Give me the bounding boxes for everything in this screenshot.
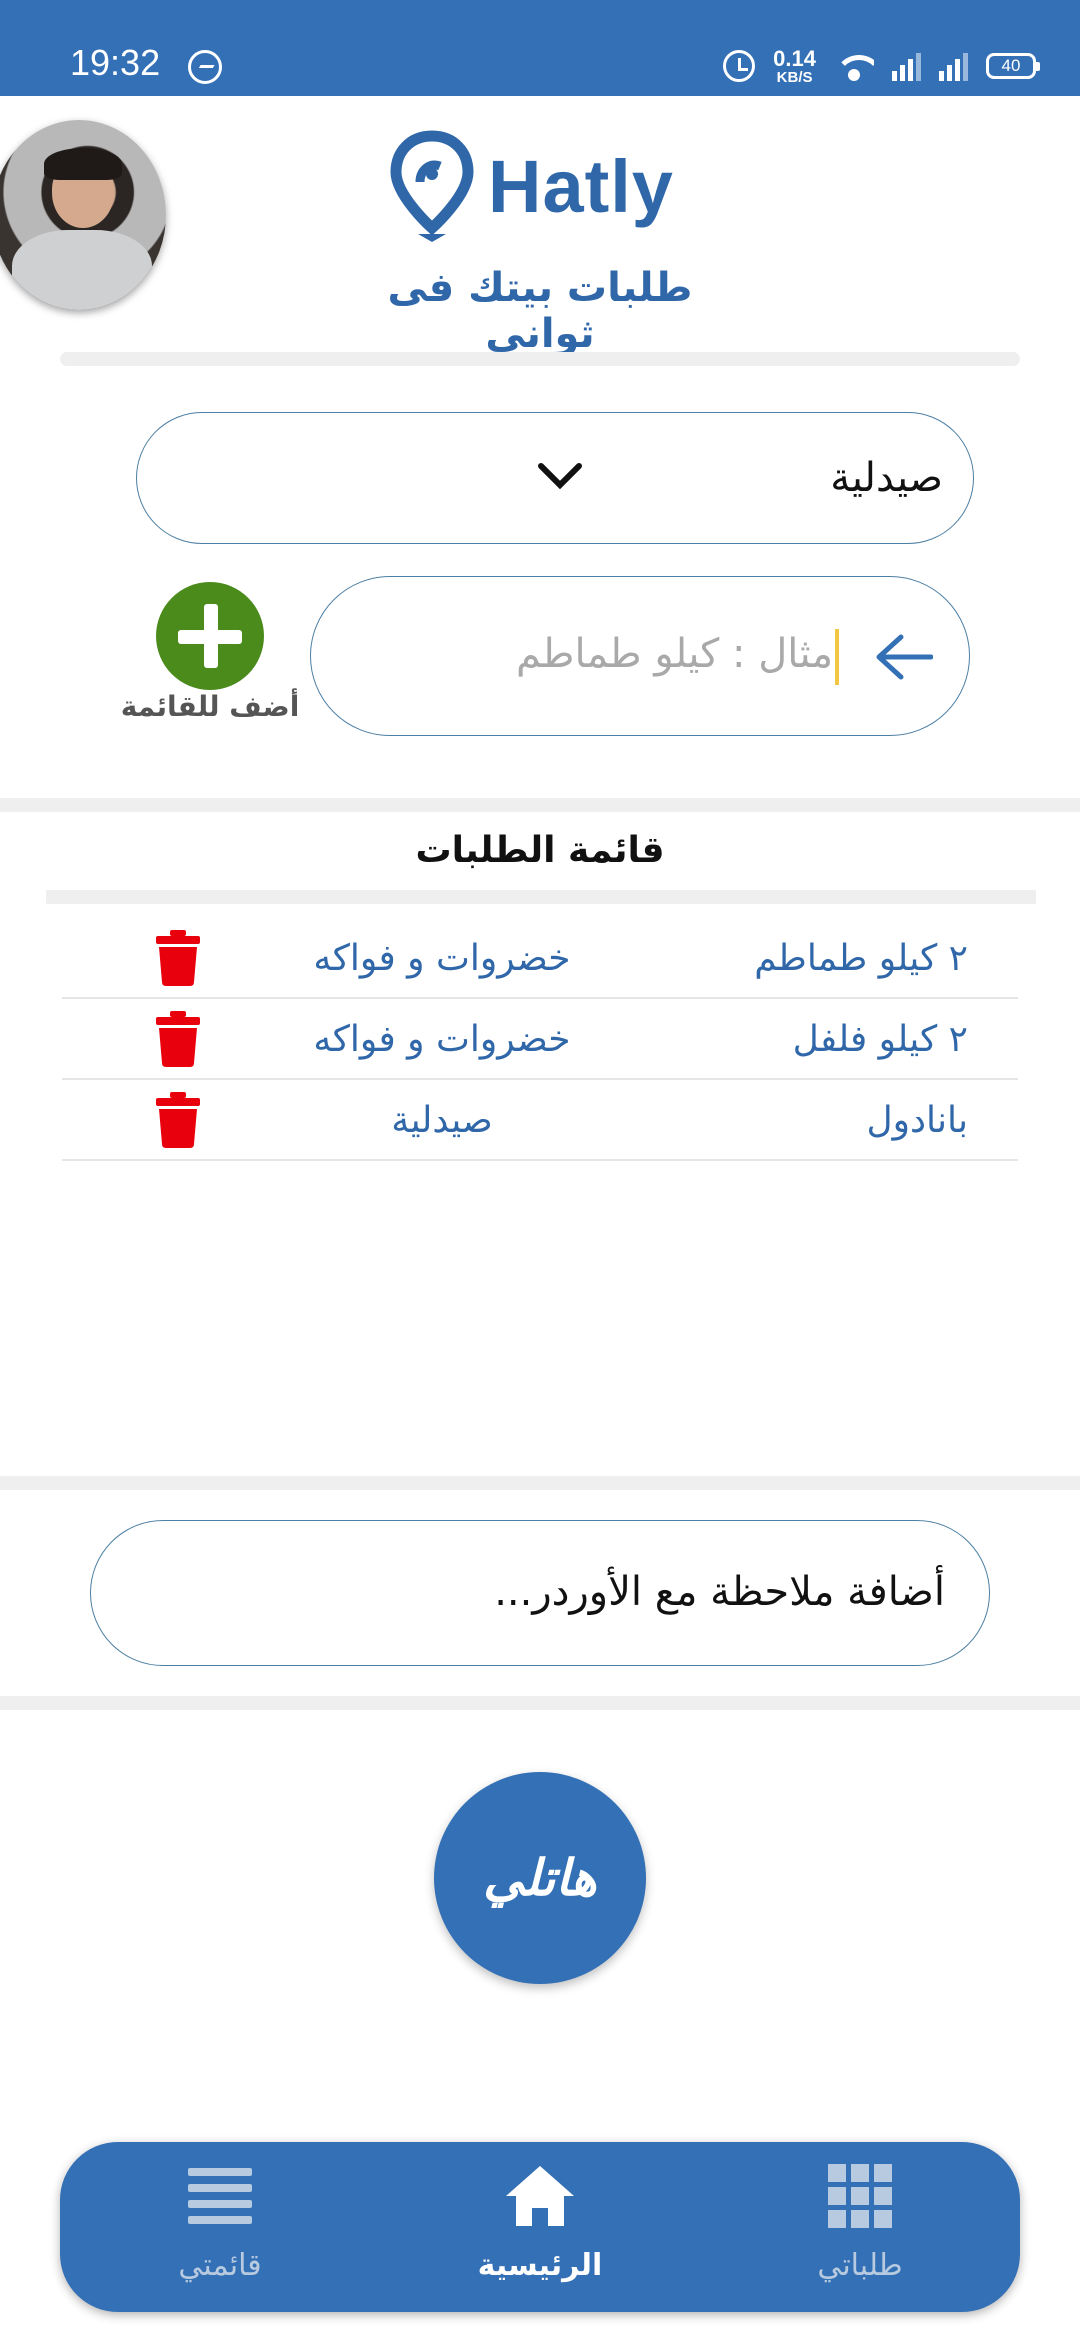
chevron-down-icon (538, 463, 582, 490)
menu-icon (184, 2162, 256, 2230)
trash-icon[interactable] (156, 1011, 200, 1067)
status-icons: 0.14 KB/S 40 (723, 44, 1040, 88)
trash-icon[interactable] (156, 930, 200, 986)
logo-text: Hatly (488, 144, 674, 228)
divider (60, 352, 1020, 366)
add-to-list-button[interactable] (156, 582, 264, 690)
avatar[interactable] (0, 120, 166, 310)
order-note-placeholder: أضافة ملاحظة مع الأوردر... (494, 1569, 945, 1615)
nav-my-list-label: قائمتي (178, 2248, 262, 2283)
add-to-list-label: أضف للقائمة (120, 690, 300, 723)
bottom-nav: قائمتي الرئيسية طلباتي (60, 2142, 1020, 2312)
trash-icon[interactable] (156, 1092, 200, 1148)
network-speed: 0.14 KB/S (773, 45, 816, 86)
signal-icon (892, 51, 921, 81)
tagline: طلبات بيتك فى ثوانى (387, 265, 693, 357)
order-note-input[interactable]: أضافة ملاحظة مع الأوردر... (90, 1520, 990, 1666)
order-item: ٢ كيلو فلفل (792, 1019, 968, 1060)
nav-my-orders[interactable]: طلباتي (760, 2162, 960, 2302)
battery-icon: 40 (986, 53, 1040, 79)
order-category: صيدلية (391, 1100, 493, 1141)
network-speed-unit: KB/S (776, 68, 813, 86)
table-row: ٢ كيلو فلفل خضروات و فواكه (62, 999, 1018, 1080)
app-logo: Hatly (390, 130, 674, 242)
item-input[interactable]: مثال : كيلو طماطم (310, 576, 970, 736)
status-bar: 19:32 0.14 KB/S 40 (0, 0, 1080, 96)
item-placeholder: مثال : كيلو طماطم (516, 631, 833, 677)
category-value: صيدلية (830, 455, 943, 501)
order-category: خضروات و فواكه (313, 938, 571, 979)
text-caret (835, 629, 839, 685)
nav-my-list[interactable]: قائمتي (120, 2162, 320, 2302)
wifi-icon (834, 51, 874, 81)
home-icon (506, 2166, 574, 2226)
location-pin-icon (390, 130, 474, 242)
messenger-icon (188, 50, 222, 84)
category-select[interactable]: صيدلية (136, 412, 974, 544)
signal-icon-2 (939, 51, 968, 81)
nav-my-orders-label: طلباتي (817, 2248, 903, 2283)
submit-order-button[interactable]: هاتلي (434, 1772, 646, 1984)
orders-list: ٢ كيلو طماطم خضروات و فواكه ٢ كيلو فلفل … (62, 918, 1018, 1161)
nav-home[interactable]: الرئيسية (440, 2162, 640, 2302)
orders-list-title: قائمة الطلبات (415, 830, 665, 871)
network-speed-value: 0.14 (773, 45, 816, 71)
order-category: خضروات و فواكه (313, 1019, 571, 1060)
order-item: ٢ كيلو طماطم (754, 938, 968, 979)
divider (0, 1696, 1080, 1710)
nav-home-label: الرئيسية (477, 2248, 603, 2283)
submit-order-label: هاتلي (483, 1849, 597, 1907)
alarm-icon (723, 50, 756, 82)
divider (0, 798, 1080, 812)
divider (46, 890, 1036, 904)
status-time: 19:32 (70, 42, 161, 83)
table-row: ٢ كيلو طماطم خضروات و فواكه (62, 918, 1018, 999)
order-item: بانادول (866, 1100, 968, 1141)
divider (0, 1476, 1080, 1490)
arrow-left-icon[interactable] (875, 633, 933, 681)
table-row: بانادول صيدلية (62, 1080, 1018, 1161)
grid-icon (824, 2162, 896, 2230)
